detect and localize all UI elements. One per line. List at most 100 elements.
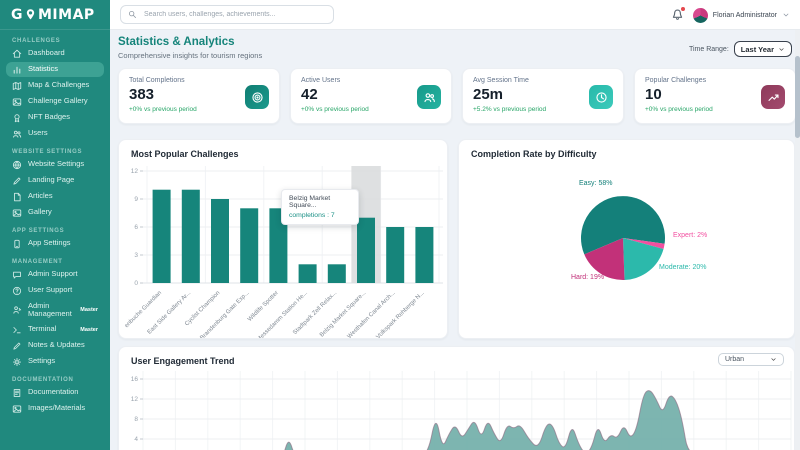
- stat-card-popular-challenges: Popular Challenges 10 +0% vs previous peri…: [634, 68, 796, 124]
- sidebar-item-images-materials[interactable]: Images/Materials: [6, 401, 104, 416]
- map-icon: [12, 81, 22, 91]
- sidebar-item-documentation[interactable]: Documentation: [6, 385, 104, 400]
- sidebar-item-label: Users: [28, 128, 48, 138]
- chevron-down-icon: [778, 46, 785, 53]
- stat-card-avg-session-time: Avg Session Time 25m +5.2% vs previous per…: [462, 68, 624, 124]
- sidebar-item-label: Settings: [28, 356, 56, 366]
- sidebar: G MIMAP CHALLENGES Dashboard Statistics Map…: [0, 0, 110, 450]
- sidebar-item-nft-badges[interactable]: NFT Badges: [6, 110, 104, 125]
- page-subtitle: Comprehensive insights for tourism regio…: [118, 51, 263, 60]
- bar-chart[interactable]: 036912enbuche GuardianEast Side Gallery …: [119, 140, 448, 339]
- sidebar-item-dashboard[interactable]: Dashboard: [6, 46, 104, 61]
- sidebar-item-user-support[interactable]: User Support: [6, 283, 104, 298]
- sidebar-section-label: MANAGEMENT: [12, 259, 63, 265]
- svg-text:12: 12: [131, 168, 139, 175]
- chart-tooltip: Belzig Market Square... completions : 7: [281, 189, 359, 225]
- logo-text-rest: MIMAP: [38, 6, 95, 23]
- sidebar-item-admin-support[interactable]: Admin Support: [6, 267, 104, 282]
- scrollbar-thumb[interactable]: [795, 56, 800, 138]
- users-icon: [12, 129, 22, 139]
- svg-text:Wildlife Spotter: Wildlife Spotter: [247, 290, 280, 323]
- time-range-label: Time Range:: [688, 45, 729, 53]
- stat-label: Avg Session Time: [473, 77, 529, 84]
- user-engagement-card: User Engagement Trend Urban 4 8 12 16: [118, 346, 795, 450]
- topbar: Florian Administrator: [110, 0, 800, 30]
- svg-text:4: 4: [134, 436, 138, 443]
- time-range-select[interactable]: Last Year: [733, 41, 792, 57]
- terminal-icon: [12, 325, 22, 335]
- users-icon: [417, 85, 441, 109]
- completion-rate-card: Completion Rate by Difficulty Easy: 58% …: [458, 139, 795, 339]
- sidebar-section-label: APP SETTINGS: [12, 228, 65, 234]
- time-range-value: Last Year: [740, 44, 774, 54]
- pie-chart[interactable]: [459, 140, 795, 339]
- topbar-actions: Florian Administrator: [671, 0, 790, 30]
- sidebar-item-label: Dashboard: [28, 48, 65, 58]
- tooltip-value: completions : 7: [289, 212, 335, 219]
- stats-row: Total Completions 383 +0% vs previous peri…: [118, 68, 796, 124]
- trend-icon: [761, 85, 785, 109]
- image-icon: [12, 208, 22, 218]
- page-head: Statistics & Analytics Comprehensive ins…: [118, 36, 262, 60]
- sidebar-item-label: Gallery: [28, 207, 52, 217]
- sidebar-item-label: Documentation: [28, 387, 79, 397]
- notifications-button[interactable]: [671, 7, 685, 22]
- sidebar-item-settings[interactable]: Settings: [6, 354, 104, 369]
- sidebar-section-label: WEBSITE SETTINGS: [12, 149, 83, 155]
- sidebar-item-label: Terminal: [28, 324, 57, 334]
- sidebar-item-label: Map & Challenges: [28, 80, 90, 90]
- map-pin-icon: [24, 8, 37, 21]
- sidebar-item-label: User Support: [28, 285, 73, 295]
- gear-icon: [12, 357, 22, 367]
- image-icon: [12, 404, 22, 414]
- globe-icon: [12, 160, 22, 170]
- image-icon: [12, 97, 22, 107]
- svg-text:6: 6: [134, 224, 138, 231]
- pencil-icon: [12, 341, 22, 351]
- user-menu[interactable]: Florian Administrator: [692, 7, 790, 23]
- search-box[interactable]: [120, 5, 334, 24]
- sidebar-item-label: Images/Materials: [28, 403, 86, 413]
- sidebar-item-admin-management[interactable]: Admin Management Master: [6, 299, 104, 321]
- time-range-control: Time Range: Last Year: [689, 41, 792, 57]
- sidebar-section-label: DOCUMENTATION: [12, 377, 74, 384]
- stat-card-active-users: Active Users 42 +0% vs previous period: [290, 68, 452, 124]
- sidebar-item-app-settings[interactable]: App Settings: [6, 236, 104, 251]
- stat-label: Active Users: [301, 77, 341, 84]
- pen-icon: [12, 176, 22, 186]
- sidebar-item-articles[interactable]: Articles: [6, 189, 104, 204]
- svg-text:12: 12: [131, 396, 139, 403]
- area-chart[interactable]: 4 8 12 16: [119, 347, 795, 450]
- stat-label: Popular Challenges: [645, 77, 707, 84]
- help-icon: [12, 286, 22, 296]
- sidebar-item-label: Challenge Gallery: [28, 96, 88, 106]
- pie-label-hard: Hard: 19%: [571, 274, 605, 281]
- svg-text:16: 16: [131, 376, 139, 383]
- sidebar-item-map-challenges[interactable]: Map & Challenges: [6, 78, 104, 93]
- scrollbar-track: [795, 30, 800, 450]
- sidebar-item-label: Articles: [28, 191, 53, 201]
- sidebar-item-statistics[interactable]: Statistics: [6, 62, 104, 77]
- svg-text:0: 0: [134, 280, 138, 287]
- sidebar-item-label: Admin Management: [28, 300, 72, 319]
- svg-text:8: 8: [134, 416, 138, 423]
- pie-label-moderate: Moderate: 20%: [659, 264, 707, 271]
- sidebar-item-challenge-gallery[interactable]: Challenge Gallery: [6, 94, 104, 109]
- svg-text:Westhafen Canal Arch...: Westhafen Canal Arch...: [347, 290, 397, 339]
- admin-icon: [12, 305, 22, 315]
- search-input[interactable]: [142, 10, 326, 19]
- sidebar-item-terminal[interactable]: Terminal Master: [6, 322, 104, 337]
- sidebar-item-label: Notes & Updates: [28, 340, 85, 350]
- stat-card-total-completions: Total Completions 383 +0% vs previous peri…: [118, 68, 280, 124]
- sidebar-item-label: Website Settings: [28, 159, 85, 169]
- app-logo[interactable]: G MIMAP: [0, 0, 110, 30]
- sidebar-item-gallery[interactable]: Gallery: [6, 205, 104, 220]
- home-icon: [12, 49, 22, 59]
- badge-icon: [12, 113, 22, 123]
- sidebar-item-website-settings[interactable]: Website Settings: [6, 157, 104, 172]
- sidebar-item-users[interactable]: Users: [6, 126, 104, 141]
- sidebar-nav: CHALLENGES Dashboard Statistics Map & Chall…: [0, 38, 110, 416]
- svg-text:3: 3: [134, 252, 138, 259]
- sidebar-item-landing-page[interactable]: Landing Page: [6, 173, 104, 188]
- sidebar-item-notes-updates[interactable]: Notes & Updates: [6, 338, 104, 353]
